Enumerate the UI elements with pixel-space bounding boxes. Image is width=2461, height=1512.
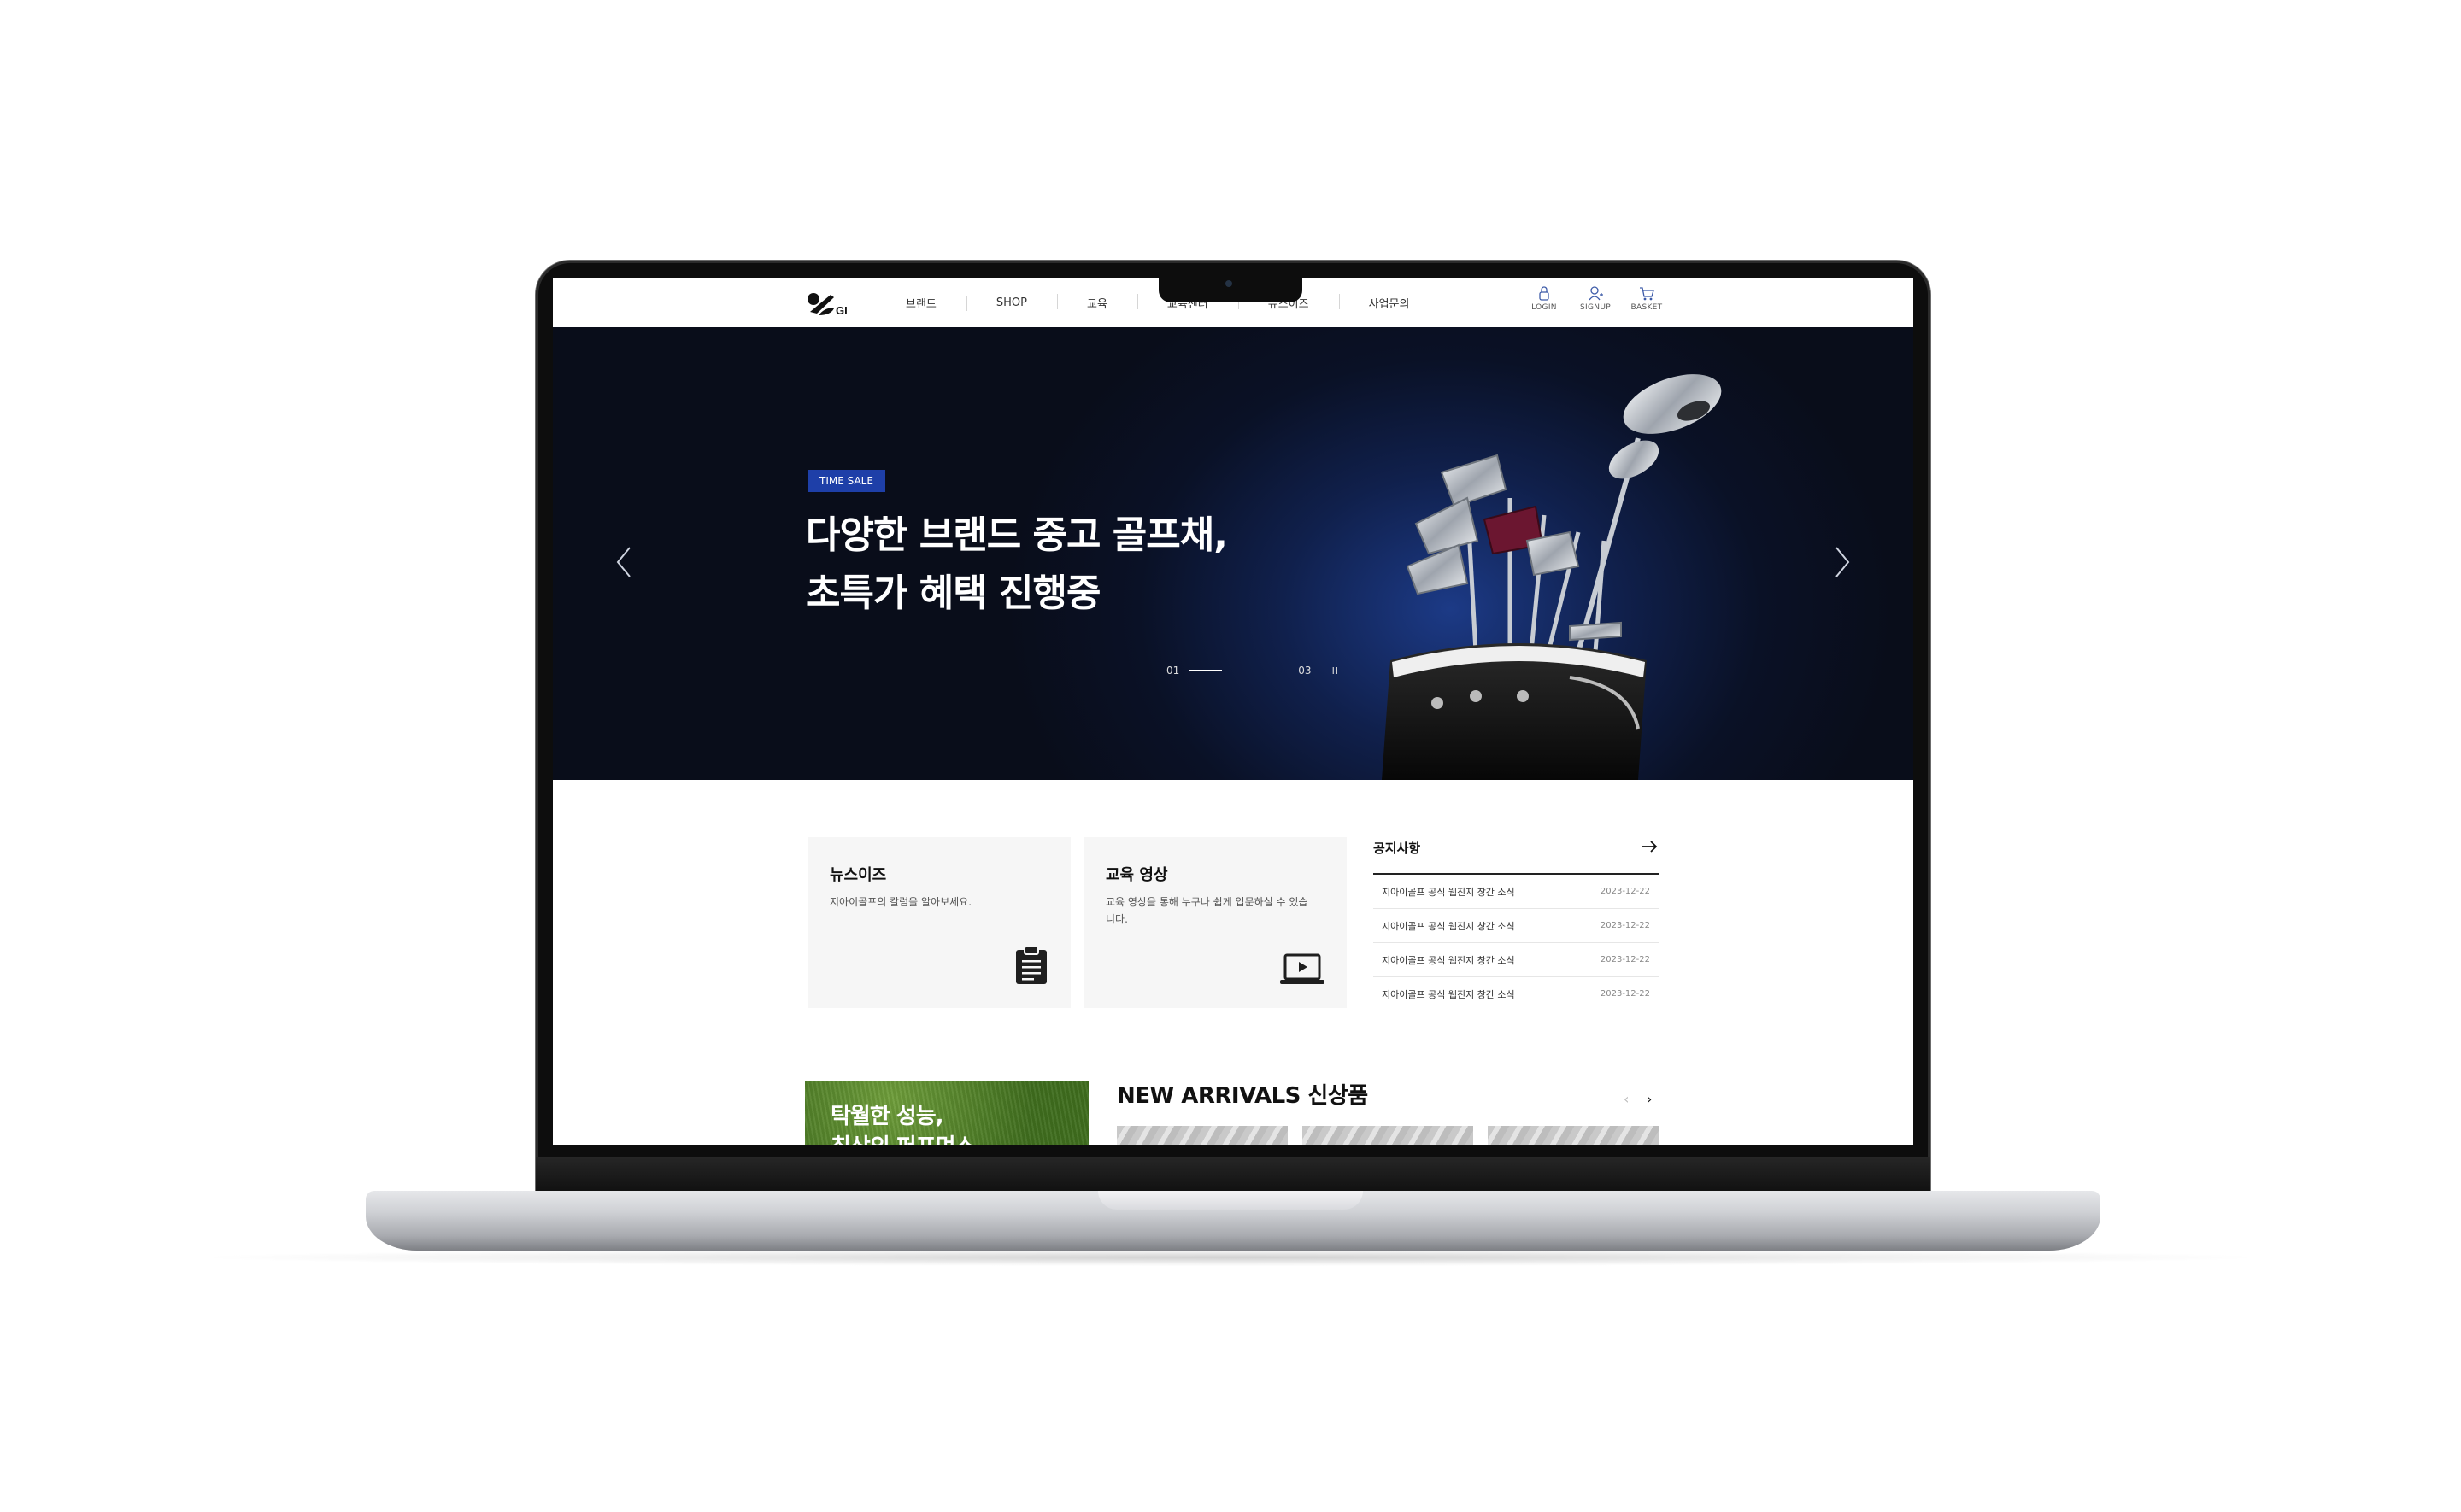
notice-row[interactable]: 지아이골프 공식 웹진지 창간 소식 2023-12-22 [1373, 875, 1659, 909]
nav-item-education[interactable]: 교육 [1057, 293, 1137, 311]
promo-line2: 최상의 퍼포먼스 [831, 1132, 975, 1145]
lock-icon [1539, 286, 1549, 301]
login-button[interactable]: LOGIN [1518, 284, 1570, 312]
nav-item-brand[interactable]: 브랜드 [876, 295, 966, 311]
promo-line1: 탁월한 성능, [831, 1104, 944, 1129]
chevron-left-icon [616, 547, 631, 577]
arrow-right-icon[interactable] [1640, 839, 1659, 854]
notice-row-date: 2023-12-22 [1600, 887, 1650, 896]
login-label: LOGIN [1531, 303, 1557, 312]
product-thumbnail[interactable] [1302, 1126, 1473, 1145]
card-video-desc: 교육 영상을 통해 누구나 쉽게 입문하실 수 있습니다. [1106, 896, 1308, 925]
product-thumbnail[interactable] [1488, 1126, 1659, 1145]
notice-row[interactable]: 지아이골프 공식 웹진지 창간 소식 2023-12-22 [1373, 977, 1659, 1011]
user-plus-icon [1589, 286, 1603, 301]
screen: GI 브랜드 SHOP 교육 교육센터 뉴스이즈 사업문의 LOGIN SIGN… [553, 278, 1913, 1145]
card-news-desc: 지아이골프의 칼럼을 알아보세요. [830, 896, 972, 908]
promo-banner[interactable]: 탁월한 성능, 최상의 퍼포먼스 [805, 1081, 1089, 1145]
notice-board: 공지사항 지아이골프 공식 웹진지 창간 소식 2023-12-22 지아이골프… [1373, 837, 1659, 1011]
main-nav: 브랜드 SHOP 교육 교육센터 뉴스이즈 사업문의 [876, 278, 1439, 327]
golf-bag-image [1382, 374, 1722, 780]
hero-title: 다양한 브랜드 중고 골프채, 초특가 혜택 진행중 [806, 507, 1336, 623]
clipboard-icon [1016, 946, 1047, 984]
pause-button[interactable]: II [1332, 665, 1340, 677]
hero-banner: TIME SALE 다양한 브랜드 중고 골프채, 초특가 혜택 진행중 01 … [553, 327, 1913, 780]
logo-text: GI [836, 304, 848, 317]
card-education-video[interactable]: 교육 영상 교육 영상을 통해 누구나 쉽게 입문하실 수 있습니다. [1084, 837, 1347, 1008]
hero-next-button[interactable] [1830, 541, 1855, 583]
notice-header: 공지사항 [1373, 837, 1659, 875]
notice-row-date: 2023-12-22 [1600, 989, 1650, 999]
notice-row-text: 지아이골프 공식 웹진지 창간 소식 [1382, 988, 1515, 1000]
pager-current: 01 [1166, 665, 1180, 677]
chevron-right-icon [1835, 547, 1850, 577]
notice-row[interactable]: 지아이골프 공식 웹진지 창간 소식 2023-12-22 [1373, 943, 1659, 977]
camera-icon [1225, 280, 1232, 287]
laptop-play-icon [1280, 953, 1324, 984]
signup-button[interactable]: SIGNUP [1570, 284, 1621, 312]
arrivals-prev-button[interactable]: ‹ [1624, 1091, 1629, 1107]
laptop-bezel-bottom [536, 1157, 1930, 1192]
notice-row-text: 지아이골프 공식 웹진지 창간 소식 [1382, 920, 1515, 932]
notice-row-date: 2023-12-22 [1600, 955, 1650, 964]
product-thumbnail[interactable] [1117, 1126, 1288, 1145]
header-utils: LOGIN SIGNUP BASKET [1518, 284, 1672, 312]
cart-icon [1640, 287, 1654, 301]
hero-title-line2: 초특가 혜택 진행중 [806, 571, 1101, 615]
notice-row-text: 지아이골프 공식 웹진지 창간 소식 [1382, 886, 1515, 898]
pager-progress-fill [1189, 669, 1223, 671]
notice-row-date: 2023-12-22 [1600, 921, 1650, 930]
floor-shadow [214, 1249, 2247, 1266]
pager-total: 03 [1298, 665, 1312, 677]
new-arrivals-title: NEW ARRIVALS 신상품 [1117, 1083, 1368, 1109]
promo-text: 탁월한 성능, 최상의 퍼포먼스 [831, 1101, 975, 1145]
card-news-title: 뉴스이즈 [830, 866, 887, 884]
card-news[interactable]: 뉴스이즈 지아이골프의 칼럼을 알아보세요. [808, 837, 1071, 1008]
hero-prev-button[interactable] [611, 541, 637, 583]
hero-pager: 01 03 II [1166, 665, 1339, 677]
logo[interactable]: GI [805, 286, 856, 320]
camera-notch [1159, 277, 1302, 302]
hero-title-line1: 다양한 브랜드 중고 골프채, [806, 513, 1228, 557]
notice-row-text: 지아이골프 공식 웹진지 창간 소식 [1382, 954, 1515, 966]
nav-item-business[interactable]: 사업문의 [1338, 293, 1440, 311]
basket-button[interactable]: BASKET [1621, 284, 1672, 312]
time-sale-badge: TIME SALE [808, 470, 885, 492]
notice-row[interactable]: 지아이골프 공식 웹진지 창간 소식 2023-12-22 [1373, 909, 1659, 943]
logo-icon: GI [808, 293, 848, 317]
notice-title: 공지사항 [1373, 841, 1421, 856]
basket-label: BASKET [1630, 303, 1663, 312]
laptop-open-notch [1098, 1191, 1363, 1210]
arrivals-next-button[interactable]: › [1647, 1091, 1652, 1107]
card-video-title: 교육 영상 [1106, 866, 1168, 884]
nav-item-shop[interactable]: SHOP [966, 295, 1057, 311]
signup-label: SIGNUP [1580, 303, 1611, 312]
